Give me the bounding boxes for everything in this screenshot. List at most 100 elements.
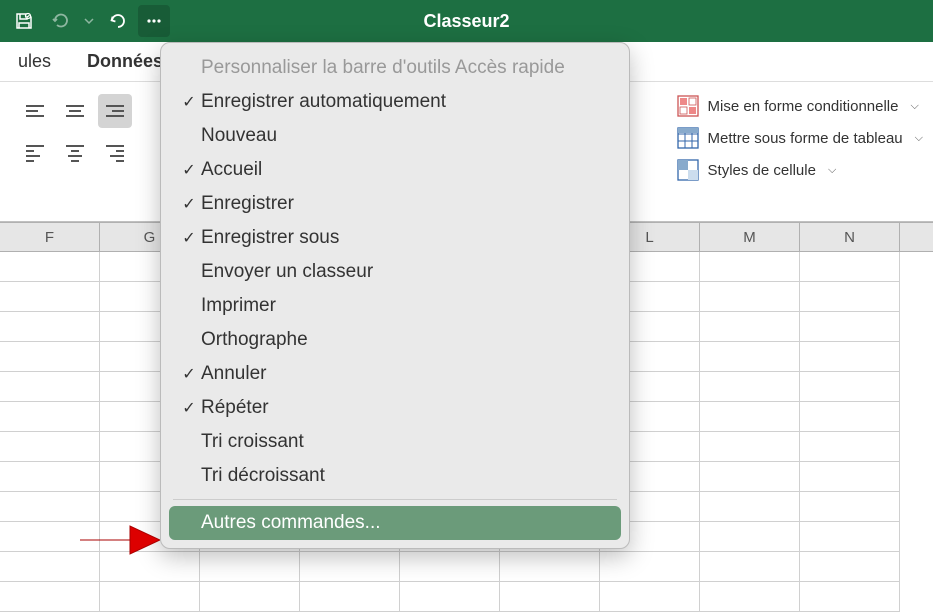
menu-item[interactable]: ✓Enregistrer [169, 187, 621, 221]
undo-dropdown[interactable] [80, 5, 98, 37]
cell[interactable] [700, 462, 800, 492]
cell[interactable] [300, 552, 400, 582]
chevron-down-icon: ⌵ [828, 164, 836, 177]
cell[interactable] [800, 432, 900, 462]
menu-item-label: Accueil [201, 159, 613, 181]
cell[interactable] [100, 582, 200, 612]
align-left-button[interactable] [18, 136, 52, 170]
cell[interactable] [400, 552, 500, 582]
menu-item[interactable]: Orthographe [169, 323, 621, 357]
cell-styles-label: Styles de cellule [708, 162, 816, 179]
more-button[interactable] [138, 5, 170, 37]
cell[interactable] [500, 582, 600, 612]
menu-item[interactable]: Tri décroissant [169, 459, 621, 493]
cell[interactable] [700, 492, 800, 522]
align-middle-button[interactable] [58, 94, 92, 128]
menu-item-label: Enregistrer automatiquement [201, 91, 613, 113]
column-header[interactable]: F [0, 223, 100, 251]
cell[interactable] [0, 582, 100, 612]
cell[interactable] [600, 582, 700, 612]
cell[interactable] [800, 462, 900, 492]
cell[interactable] [700, 552, 800, 582]
cell[interactable] [700, 522, 800, 552]
menu-item[interactable]: ✓Annuler [169, 357, 621, 391]
chevron-down-icon: ⌵ [915, 132, 923, 145]
cell[interactable] [800, 582, 900, 612]
cell[interactable] [800, 552, 900, 582]
quick-access-toolbar [8, 5, 170, 37]
menu-item[interactable]: ✓Accueil [169, 153, 621, 187]
menu-item[interactable]: Imprimer [169, 289, 621, 323]
cell[interactable] [0, 372, 100, 402]
menu-divider [173, 499, 617, 500]
check-icon: ✓ [177, 160, 201, 180]
menu-item-more-commands[interactable]: Autres commandes... [169, 506, 621, 540]
check-icon: ✓ [177, 398, 201, 418]
format-table-label: Mettre sous forme de tableau [708, 130, 903, 147]
cell[interactable] [700, 312, 800, 342]
redo-button[interactable] [102, 5, 134, 37]
menu-item[interactable]: Nouveau [169, 119, 621, 153]
cell[interactable] [600, 552, 700, 582]
cell[interactable] [800, 252, 900, 282]
cell[interactable] [400, 582, 500, 612]
column-header[interactable]: N [800, 223, 900, 251]
menu-item-label: Tri croissant [201, 431, 613, 453]
conditional-formatting-icon [676, 94, 700, 118]
cell[interactable] [0, 252, 100, 282]
cell[interactable] [800, 492, 900, 522]
cell[interactable] [0, 282, 100, 312]
menu-item[interactable]: ✓Enregistrer sous [169, 221, 621, 255]
cell[interactable] [800, 402, 900, 432]
format-table-icon [676, 126, 700, 150]
cell[interactable] [700, 372, 800, 402]
align-center-button[interactable] [58, 136, 92, 170]
conditional-formatting-button[interactable]: Mise en forme conditionnelle ⌵ [676, 94, 923, 118]
format-table-button[interactable]: Mettre sous forme de tableau ⌵ [676, 126, 923, 150]
cell[interactable] [0, 402, 100, 432]
cell[interactable] [500, 552, 600, 582]
menu-item[interactable]: ✓Enregistrer automatiquement [169, 85, 621, 119]
menu-item-label: Enregistrer sous [201, 227, 613, 249]
cell[interactable] [300, 582, 400, 612]
undo-button[interactable] [44, 5, 76, 37]
cell[interactable] [0, 462, 100, 492]
document-title: Classeur2 [423, 11, 509, 32]
menu-item[interactable]: Tri croissant [169, 425, 621, 459]
cell[interactable] [700, 582, 800, 612]
chevron-down-icon: ⌵ [910, 100, 918, 113]
cell[interactable] [200, 552, 300, 582]
check-icon: ✓ [177, 364, 201, 384]
cell[interactable] [800, 372, 900, 402]
menu-item[interactable]: Envoyer un classeur [169, 255, 621, 289]
tab-formulas[interactable]: ules [0, 51, 69, 72]
cell[interactable] [700, 402, 800, 432]
save-button[interactable] [8, 5, 40, 37]
align-top-button[interactable] [18, 94, 52, 128]
conditional-formatting-label: Mise en forme conditionnelle [708, 98, 899, 115]
menu-item-label: Annuler [201, 363, 613, 385]
cell[interactable] [0, 312, 100, 342]
cell[interactable] [800, 282, 900, 312]
cell[interactable] [700, 282, 800, 312]
cell[interactable] [800, 312, 900, 342]
cell-styles-icon [676, 158, 700, 182]
menu-item-label: Envoyer un classeur [201, 261, 613, 283]
cell[interactable] [0, 492, 100, 522]
cell-styles-button[interactable]: Styles de cellule ⌵ [676, 158, 923, 182]
menu-item-label: Répéter [201, 397, 613, 419]
cell[interactable] [700, 342, 800, 372]
cell[interactable] [200, 582, 300, 612]
menu-item[interactable]: ✓Répéter [169, 391, 621, 425]
cell[interactable] [0, 432, 100, 462]
cell[interactable] [0, 342, 100, 372]
menu-item-label: Nouveau [201, 125, 613, 147]
align-bottom-button[interactable] [98, 94, 132, 128]
column-header[interactable]: M [700, 223, 800, 251]
align-right-button[interactable] [98, 136, 132, 170]
cell[interactable] [800, 342, 900, 372]
cell[interactable] [700, 252, 800, 282]
cell[interactable] [800, 522, 900, 552]
menu-item-label: Tri décroissant [201, 465, 613, 487]
cell[interactable] [700, 432, 800, 462]
